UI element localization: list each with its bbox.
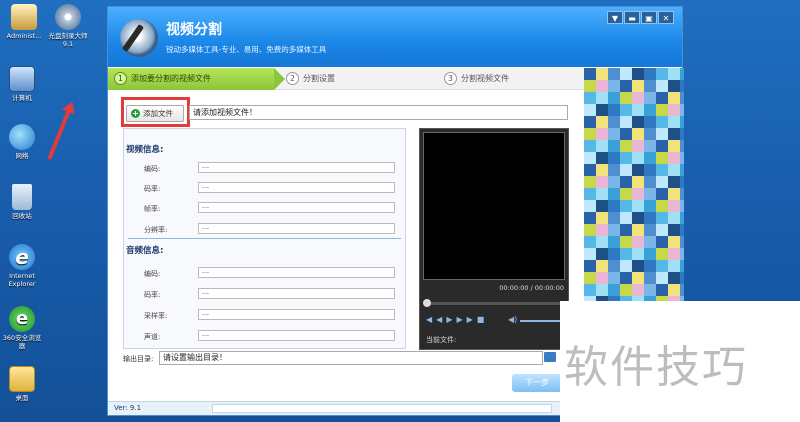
desktop-icon-label: 计算机 (12, 94, 32, 102)
add-file-button[interactable]: + 添加文件 (126, 105, 184, 122)
add-file-label: 添加文件 (143, 109, 173, 118)
desktop-icon-network[interactable]: 网络 (0, 124, 44, 160)
playback-controls: ◀◀▶▶▶■ (426, 315, 488, 324)
step-label: 添加要分割的视频文件 (131, 74, 211, 83)
recycle-bin-icon (12, 184, 32, 210)
title-bar[interactable]: 视频分割 锐动多媒体工具-专业、易用、免费的多媒体工具 ▼ ▬ ▣ ✕ (108, 7, 682, 67)
watermark: 软件技巧 (560, 301, 800, 422)
video-codec-value: --- (198, 162, 395, 173)
desktop-icon-administrator[interactable]: Administ... (2, 4, 46, 40)
disc-burner-icon (55, 4, 81, 30)
video-resolution-label: 分辨率: (144, 226, 168, 234)
desktop-icon-desktop-folder[interactable]: 桌面 (0, 366, 44, 402)
minimize-icon[interactable]: ▬ (624, 11, 640, 24)
desktop-icon-label: 光盘刻录大师 9.1 (48, 32, 88, 48)
desktop-icon-recycle-bin[interactable]: 回收站 (0, 184, 44, 220)
volume-slider[interactable] (520, 320, 565, 322)
version-label: Ver: 9.1 (114, 404, 142, 412)
menu-dropdown-icon[interactable]: ▼ (607, 11, 623, 24)
folder-icon (9, 366, 35, 392)
close-icon[interactable]: ✕ (658, 11, 674, 24)
desktop-icon-label: 桌面 (15, 394, 29, 402)
app-logo-icon (120, 19, 158, 57)
status-bar: Ver: 9.1 (108, 401, 584, 415)
step-split-settings[interactable]: 2 分割设置 (286, 68, 436, 90)
audio-samplerate-value: --- (198, 309, 395, 320)
audio-bitrate-label: 码率: (144, 291, 161, 299)
browser-360-icon: e (9, 306, 35, 332)
watermark-text: 软件技巧 (564, 342, 748, 393)
step-label: 分割设置 (303, 74, 335, 83)
media-info-panel: 视频信息: 编码: --- 码率: --- 帧率: --- 分辨率: --- 音… (123, 128, 406, 349)
network-icon (9, 124, 35, 150)
video-player: 00:00:00 / 00:00:00 ◀◀▶▶▶■ ◀) 当前文件: (419, 128, 569, 350)
app-subtitle: 锐动多媒体工具-专业、易用、免费的多媒体工具 (166, 45, 327, 54)
desktop-icon-label: Administ... (6, 32, 42, 40)
desktop-icon-360-browser[interactable]: e 360安全浏览器 (0, 306, 44, 350)
play-icon[interactable]: ▶ (446, 315, 456, 324)
step-add-file[interactable]: 1 添加要分割的视频文件 (108, 68, 285, 90)
output-dir-field[interactable]: 请设置输出目录！ (159, 351, 543, 365)
ie-icon: e (9, 244, 35, 270)
video-bitrate-label: 码率: (144, 185, 161, 193)
maximize-icon[interactable]: ▣ (641, 11, 657, 24)
step-number: 1 (114, 72, 127, 85)
step-number: 3 (444, 72, 457, 85)
user-folder-icon (11, 4, 37, 30)
video-info-heading: 视频信息: (126, 145, 164, 155)
stop-icon[interactable]: ■ (477, 315, 489, 324)
audio-channels-label: 声道: (144, 333, 161, 341)
next-button[interactable]: 下一步 (512, 374, 562, 392)
video-bitrate-value: --- (198, 182, 395, 193)
audio-samplerate-label: 采样率: (144, 312, 168, 320)
video-preview (423, 132, 565, 280)
audio-channels-value: --- (198, 330, 395, 341)
audio-info-heading: 音频信息: (126, 246, 164, 256)
audio-codec-label: 编码: (144, 270, 161, 278)
playback-time: 00:00:00 / 00:00:00 (499, 284, 564, 292)
video-codec-label: 编码: (144, 165, 161, 173)
plus-icon: + (131, 109, 140, 118)
rewind-icon[interactable]: ◀◀ (426, 315, 446, 324)
video-file-field[interactable]: 请添加视频文件！ (189, 105, 568, 120)
step-label: 分割视频文件 (461, 74, 509, 83)
video-framerate-value: --- (198, 202, 395, 213)
video-resolution-value: --- (198, 223, 395, 234)
step-number: 2 (286, 72, 299, 85)
desktop-icon-label: 网络 (15, 152, 29, 160)
computer-icon (9, 66, 35, 92)
desktop-icon-computer[interactable]: 计算机 (0, 66, 44, 102)
seek-handle[interactable] (423, 299, 431, 307)
current-file-label: 当前文件: (426, 336, 457, 344)
output-dir-label: 输出目录: (123, 355, 154, 363)
forward-icon[interactable]: ▶▶ (456, 315, 476, 324)
step-bar: 1 添加要分割的视频文件 2 分割设置 3 分割视频文件 (108, 68, 584, 90)
audio-codec-value: --- (198, 267, 395, 278)
app-title: 视频分割 (166, 22, 222, 38)
desktop-icon-label: Internet Explorer (8, 272, 36, 288)
window-controls: ▼ ▬ ▣ ✕ (607, 11, 674, 24)
desktop-icon-label: 回收站 (12, 212, 32, 220)
desktop-icon-ie[interactable]: e Internet Explorer (0, 244, 44, 288)
browse-folder-icon[interactable] (544, 352, 556, 362)
step-split-video[interactable]: 3 分割视频文件 (444, 68, 584, 90)
volume-icon[interactable]: ◀) (508, 315, 517, 324)
audio-bitrate-value: --- (198, 288, 395, 299)
status-progress-bar (212, 404, 552, 413)
video-framerate-label: 帧率: (144, 205, 161, 213)
seek-bar[interactable] (423, 299, 564, 307)
divider (128, 238, 401, 239)
desktop-icon-disc-burner[interactable]: 光盘刻录大师 9.1 (46, 4, 90, 48)
annotation-arrow (47, 106, 72, 160)
desktop-icon-label: 360安全浏览器 (2, 334, 42, 350)
